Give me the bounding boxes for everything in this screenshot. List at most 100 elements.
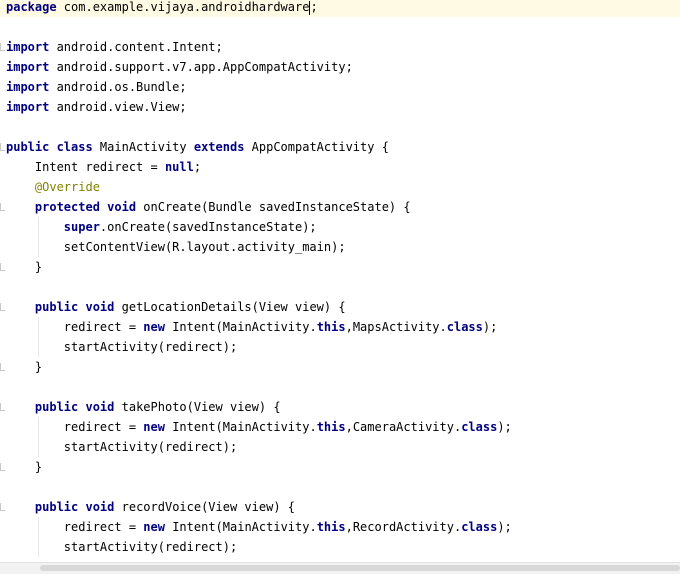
keyword-token: import [6,80,50,94]
keyword-token: new [143,320,165,334]
code-line[interactable]: package com.example.vijaya.androidhardwa… [0,0,680,17]
code-token: android.support.v7.app.AppCompatActivity… [49,60,353,74]
code-token: Intent(MainActivity. [164,320,317,334]
keyword-token: public class [6,140,93,154]
code-line[interactable]: super.onCreate(savedInstanceState); [6,217,317,237]
fold-marker-icon[interactable] [0,403,5,411]
code-editor[interactable]: package com.example.vijaya.androidhardwa… [0,0,680,573]
fold-marker-icon[interactable] [0,303,5,311]
code-token: startActivity(redirect); [6,440,238,454]
code-token: startActivity(redirect); [6,340,238,354]
code-line[interactable]: redirect = new Intent(MainActivity.this,… [6,517,512,537]
code-token: redirect = [6,320,144,334]
code-line[interactable]: import android.support.v7.app.AppCompatA… [6,57,353,77]
code-token: getLocationDetails(View view) { [114,300,346,314]
code-line[interactable]: redirect = new Intent(MainActivity.this,… [6,417,512,437]
code-line[interactable]: public void getLocationDetails(View view… [6,297,346,317]
fold-marker-icon[interactable] [0,203,5,211]
scrollbar-thumb[interactable] [40,565,680,571]
code-line[interactable]: import android.os.Bundle; [6,77,187,97]
code-line[interactable]: startActivity(redirect); [6,337,237,357]
indent-guide [38,517,39,557]
code-line[interactable]: startActivity(redirect); [6,437,237,457]
code-line[interactable]: public void recordVoice(View view) { [6,497,295,517]
code-line[interactable]: redirect = new Intent(MainActivity.this,… [6,317,498,337]
code-token: Intent(MainActivity. [164,420,317,434]
code-token: setContentView(R.layout.activity_main); [6,240,346,254]
code-line[interactable]: setContentView(R.layout.activity_main); [6,237,346,257]
code-token: ); [497,520,512,534]
code-token: takePhoto(View view) { [114,400,281,414]
keyword-token: this [316,420,346,434]
fold-marker-icon[interactable] [0,503,5,511]
code-token: AppCompatActivity { [244,140,389,154]
keyword-token: import [6,40,50,54]
code-line[interactable]: public class MainActivity extends AppCom… [6,137,389,157]
code-token: } [6,260,43,274]
keyword-token: public void [34,400,115,414]
keyword-token: class [461,520,498,534]
code-token: ); [482,320,498,334]
code-line[interactable]: @Override [6,177,100,197]
code-token: } [6,460,43,474]
code-token: ,MapsActivity. [345,320,447,334]
keyword-token: package [6,0,57,14]
code-line[interactable]: Intent redirect = null; [6,157,201,177]
keyword-token: class [461,420,498,434]
code-token: redirect = [6,520,144,534]
keyword-token: import [6,60,50,74]
code-line[interactable]: startActivity(redirect); [6,537,237,557]
fold-marker-icon[interactable] [0,463,5,471]
keyword-token: this [316,320,346,334]
keyword-token: class [446,320,483,334]
annotation-token: @Override [34,180,100,194]
code-token: ,CameraActivity. [345,420,462,434]
horizontal-scrollbar[interactable] [0,562,680,574]
keyword-token: extends [193,140,245,154]
code-line[interactable]: import android.content.Intent; [6,37,223,57]
code-line[interactable]: protected void onCreate(Bundle savedInst… [6,197,411,217]
code-line[interactable]: } [6,357,42,377]
code-token: ; [193,160,202,174]
code-token: recordVoice(View view) { [114,500,296,514]
fold-marker-icon[interactable] [0,263,5,271]
code-token: android.content.Intent; [49,40,223,54]
fold-marker-icon[interactable] [0,43,5,51]
keyword-token: new [143,520,165,534]
fold-marker-icon[interactable] [0,143,5,151]
indent-guide [38,417,39,457]
keyword-token: super [63,220,100,234]
code-token: } [6,360,43,374]
code-token: ,RecordActivity. [345,520,462,534]
code-token: ); [497,420,512,434]
code-token: onCreate(Bundle savedInstanceState) { [136,200,411,214]
keyword-token: protected void [34,200,137,214]
code-token: ; [310,0,318,14]
keyword-token: public void [34,300,115,314]
keyword-token: import [6,100,50,114]
indent-guide [38,217,39,257]
code-token: Intent redirect = [6,160,165,174]
fold-marker-icon[interactable] [0,363,5,371]
code-token: redirect = [6,420,144,434]
code-token: startActivity(redirect); [6,540,238,554]
code-token: android.os.Bundle; [49,80,187,94]
keyword-token: public void [34,500,115,514]
code-token: Intent(MainActivity. [164,520,317,534]
keyword-token: this [316,520,346,534]
code-token: MainActivity [92,140,194,154]
code-token: android.view.View; [49,100,187,114]
code-token: .onCreate(savedInstanceState); [99,220,317,234]
keyword-token: new [143,420,165,434]
code-line[interactable]: import android.view.View; [6,97,187,117]
code-line[interactable]: } [6,457,42,477]
code-line[interactable]: } [6,257,42,277]
indent-guide [38,317,39,357]
code-line[interactable]: public void takePhoto(View view) { [6,397,281,417]
